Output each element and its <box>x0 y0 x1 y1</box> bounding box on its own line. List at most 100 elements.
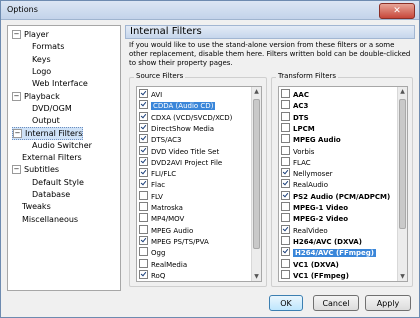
filter-checkbox[interactable] <box>281 156 290 166</box>
source-filter-item[interactable]: RoQ <box>137 269 165 280</box>
source-filter-item[interactable]: MPEG Audio <box>137 224 193 235</box>
filter-checkbox[interactable] <box>281 111 290 121</box>
scroll-up-arrow-icon[interactable]: ▲ <box>398 87 407 96</box>
transform-filters-list[interactable]: VC1 (FFmpeg) VC1 (DXVA) H264/AVC (FFmpeg) H… <box>278 86 408 282</box>
transform-filter-item[interactable]: RealAudio <box>279 179 328 189</box>
filter-checkbox[interactable] <box>139 224 148 234</box>
source-filter-item[interactable]: AVI <box>137 89 162 99</box>
source-filter-item[interactable]: Flac <box>137 179 165 189</box>
source-filters-list[interactable]: RoQ RealMedia Ogg MPEG PS/TS/PVA MPEG Audio M… <box>136 86 262 282</box>
filter-checkbox[interactable] <box>281 100 290 110</box>
transform-filter-item[interactable]: VC1 (FFmpeg) <box>279 269 349 280</box>
tree-item[interactable]: Web Interface <box>32 78 88 89</box>
source-filter-item[interactable]: RealMedia <box>137 258 187 269</box>
tree-expander-icon[interactable]: − <box>13 129 22 139</box>
filter-checkbox[interactable] <box>139 168 148 178</box>
tree-item[interactable]: Keys <box>32 54 51 65</box>
filter-checkbox[interactable] <box>281 247 290 257</box>
source-filter-item[interactable]: MP4/MOV <box>137 213 184 223</box>
title-bar[interactable]: Options ✕ <box>1 1 419 20</box>
filter-checkbox[interactable] <box>281 89 290 98</box>
source-filter-item[interactable]: DTS/AC3 <box>137 134 181 144</box>
filter-checkbox[interactable] <box>139 202 148 211</box>
transform-filter-item[interactable]: AC3 <box>279 100 308 110</box>
filter-checkbox[interactable] <box>139 89 148 98</box>
transform-filter-item[interactable]: FLAC <box>279 156 311 167</box>
ok-button[interactable]: OK <box>269 295 303 311</box>
filter-checkbox[interactable] <box>139 190 148 200</box>
filter-checkbox[interactable] <box>281 235 290 245</box>
transform-filter-item[interactable]: RealVideo <box>279 224 328 235</box>
source-filter-item[interactable]: Matroska <box>137 202 183 212</box>
transform-filter-item[interactable]: DTS <box>279 111 309 122</box>
tree-item[interactable]: Database <box>32 189 70 200</box>
filter-checkbox[interactable] <box>281 122 290 132</box>
filter-checkbox[interactable] <box>281 213 290 223</box>
tree-item[interactable]: − Internal Filters <box>12 127 84 141</box>
filter-checkbox[interactable] <box>139 134 148 144</box>
tree-expander-icon[interactable]: − <box>12 165 21 175</box>
tree-item[interactable]: External Filters <box>22 152 82 163</box>
scroll-down-arrow-icon[interactable]: ▼ <box>398 272 407 281</box>
source-filter-item[interactable]: MPEG PS/TS/PVA <box>137 235 209 246</box>
source-filter-item[interactable]: DVD Video Title Set <box>137 145 219 156</box>
source-filter-item[interactable]: Ogg <box>137 247 165 257</box>
tree-item[interactable]: Logo <box>32 66 51 77</box>
scroll-down-arrow-icon[interactable]: ▼ <box>252 272 261 281</box>
tree-expander-icon[interactable]: − <box>12 91 21 101</box>
cancel-button[interactable]: Cancel <box>313 295 359 311</box>
filter-checkbox[interactable] <box>139 111 148 121</box>
scroll-thumb[interactable] <box>399 99 406 229</box>
filter-checkbox[interactable] <box>281 202 290 211</box>
filter-checkbox[interactable] <box>281 134 290 144</box>
transform-filter-item[interactable]: VC1 (DXVA) <box>279 258 339 269</box>
source-filter-item[interactable]: DirectShow Media <box>137 122 214 133</box>
source-filter-item[interactable]: CDXA (VCD/SVCD/XCD) <box>137 111 232 122</box>
options-tree[interactable]: − Player Formats Keys Logo Web Interface − Play… <box>7 25 121 291</box>
tree-item[interactable]: Output <box>32 115 60 126</box>
tree-item[interactable]: − Subtitles <box>12 164 59 175</box>
tree-item[interactable]: Default Style <box>32 177 84 188</box>
filter-checkbox[interactable] <box>139 258 148 268</box>
tree-item[interactable]: Miscellaneous <box>22 214 78 225</box>
tree-item[interactable]: − Player <box>12 29 49 40</box>
tree-expander-icon[interactable]: − <box>12 30 21 39</box>
transform-filter-item[interactable]: Vorbis <box>279 145 314 156</box>
tree-item[interactable]: − Playback <box>12 91 60 102</box>
scroll-thumb[interactable] <box>253 99 260 249</box>
transform-filter-item[interactable]: LPCM <box>279 122 315 133</box>
transform-scrollbar[interactable]: ▲ ▼ <box>397 87 407 281</box>
filter-checkbox[interactable] <box>281 145 290 155</box>
filter-checkbox[interactable] <box>139 213 148 223</box>
filter-checkbox[interactable] <box>281 269 290 279</box>
transform-filter-item[interactable]: MPEG Audio <box>279 134 341 144</box>
source-filter-item[interactable]: DVD2AVI Project File <box>137 156 222 167</box>
source-filter-item[interactable]: CDDA (Audio CD) <box>137 100 216 111</box>
filter-checkbox[interactable] <box>281 224 290 234</box>
filter-checkbox[interactable] <box>139 145 148 155</box>
transform-filter-item[interactable]: AAC <box>279 89 309 99</box>
filter-checkbox[interactable] <box>139 247 148 257</box>
filter-checkbox[interactable] <box>139 235 148 245</box>
transform-filter-item[interactable]: H264/AVC (FFmpeg) <box>279 247 376 258</box>
filter-checkbox[interactable] <box>281 190 290 200</box>
transform-filter-item[interactable]: MPEG-2 Video <box>279 213 348 223</box>
apply-button[interactable]: Apply <box>365 295 411 311</box>
source-filter-item[interactable]: FLV <box>137 190 163 201</box>
filter-checkbox[interactable] <box>281 168 290 178</box>
filter-checkbox[interactable] <box>281 179 290 189</box>
filter-checkbox[interactable] <box>139 269 148 279</box>
source-filter-item[interactable]: FLI/FLC <box>137 168 176 178</box>
scroll-up-arrow-icon[interactable]: ▲ <box>252 87 261 96</box>
close-button[interactable]: ✕ <box>379 3 415 19</box>
filter-checkbox[interactable] <box>139 179 148 189</box>
tree-item[interactable]: Tweaks <box>22 201 51 212</box>
source-scrollbar[interactable]: ▲ ▼ <box>251 87 261 281</box>
transform-filter-item[interactable]: PS2 Audio (PCM/ADPCM) <box>279 190 390 201</box>
filter-checkbox[interactable] <box>139 156 148 166</box>
transform-filter-item[interactable]: H264/AVC (DXVA) <box>279 235 362 246</box>
tree-item[interactable]: Formats <box>32 41 64 52</box>
tree-item[interactable]: DVD/OGM <box>32 103 72 114</box>
tree-item[interactable]: Audio Switcher <box>32 140 92 151</box>
filter-checkbox[interactable] <box>139 100 148 110</box>
